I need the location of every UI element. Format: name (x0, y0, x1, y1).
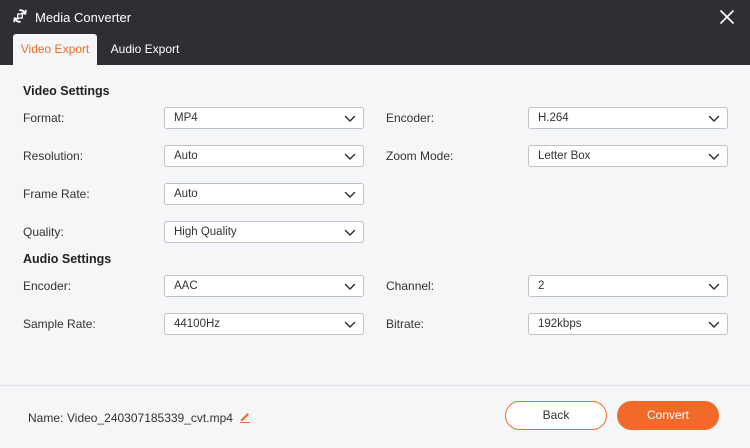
format-value: MP4 (174, 112, 198, 124)
bitrate-select[interactable]: 192kbps (528, 313, 728, 335)
resolution-select[interactable]: Auto (164, 145, 364, 167)
quality-value: High Quality (174, 226, 237, 238)
zoom-mode-label: Zoom Mode: (386, 149, 454, 163)
channel-label: Channel: (386, 279, 435, 293)
tab-audio-export[interactable]: Audio Export (100, 34, 190, 65)
close-icon[interactable] (716, 6, 738, 28)
video-settings-title: Video Settings (23, 84, 110, 98)
chevron-down-icon (344, 153, 356, 160)
bitrate-label: Bitrate: (386, 317, 425, 331)
tab-video-export[interactable]: Video Export (13, 34, 97, 65)
chevron-down-icon (344, 321, 356, 328)
edit-pencil-icon[interactable] (239, 410, 251, 423)
chevron-down-icon (708, 321, 720, 328)
channel-value: 2 (538, 280, 545, 292)
output-file-name: Video_240307185339_cvt.mp4 (67, 411, 233, 425)
bitrate-value: 192kbps (538, 318, 582, 330)
chevron-down-icon (344, 283, 356, 290)
settings-panel: Video Settings Format: MP4 Encoder: H.26… (0, 65, 750, 385)
frame-rate-label: Frame Rate: (23, 187, 90, 201)
video-encoder-label: Encoder: (386, 111, 435, 125)
quality-select[interactable]: High Quality (164, 221, 364, 243)
video-encoder-value: H.264 (538, 112, 569, 124)
channel-select[interactable]: 2 (528, 275, 728, 297)
frame-rate-select[interactable]: Auto (164, 183, 364, 205)
format-label: Format: (23, 111, 65, 125)
format-select[interactable]: MP4 (164, 107, 364, 129)
refresh-convert-icon (13, 9, 27, 23)
audio-encoder-select[interactable]: AAC (164, 275, 364, 297)
convert-button[interactable]: Convert (617, 401, 719, 430)
zoom-mode-select[interactable]: Letter Box (528, 145, 728, 167)
tab-bar: Video Export Audio Export (0, 34, 750, 65)
name-label: Name: (28, 411, 64, 425)
audio-encoder-value: AAC (174, 280, 198, 292)
audio-encoder-label: Encoder: (23, 279, 72, 293)
footer-bar: Name: Video_240307185339_cvt.mp4 Back Co… (0, 386, 750, 448)
zoom-mode-value: Letter Box (538, 150, 591, 162)
audio-settings-title: Audio Settings (23, 252, 112, 266)
chevron-down-icon (344, 229, 356, 236)
resolution-value: Auto (174, 150, 198, 162)
chevron-down-icon (708, 115, 720, 122)
video-encoder-select[interactable]: H.264 (528, 107, 728, 129)
sample-rate-select[interactable]: 44100Hz (164, 313, 364, 335)
chevron-down-icon (344, 191, 356, 198)
chevron-down-icon (344, 115, 356, 122)
sample-rate-label: Sample Rate: (23, 317, 96, 331)
window-title: Media Converter (35, 10, 132, 25)
back-button[interactable]: Back (505, 401, 607, 430)
chevron-down-icon (708, 153, 720, 160)
sample-rate-value: 44100Hz (174, 318, 221, 330)
quality-label: Quality: (23, 225, 64, 239)
chevron-down-icon (708, 283, 720, 290)
resolution-label: Resolution: (23, 149, 84, 163)
title-bar: Media Converter (0, 0, 750, 34)
frame-rate-value: Auto (174, 188, 198, 200)
